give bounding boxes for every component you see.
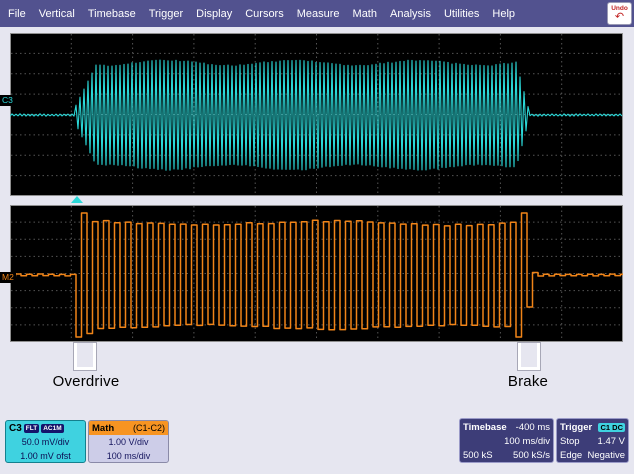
trigger-position-marker[interactable]	[71, 196, 83, 203]
trigger-type: Edge	[560, 450, 582, 461]
menu-cursors[interactable]: Cursors	[245, 8, 284, 20]
overdrive-label: Overdrive	[38, 373, 134, 390]
top-graticule	[10, 33, 623, 196]
timebase-delay: -400 ms	[516, 422, 550, 433]
timebase-descriptor-box[interactable]: Timebase -400 ms 100 ms/div 500 kS 500 k…	[459, 418, 554, 463]
menu-vertical[interactable]: Vertical	[39, 8, 75, 20]
trigger-source-badge: C1 DC	[598, 423, 625, 432]
menu-bar: File Vertical Timebase Trigger Display C…	[0, 0, 634, 27]
menu-help[interactable]: Help	[492, 8, 515, 20]
trigger-mode: Stop	[560, 436, 580, 447]
trigger-title: Trigger	[560, 422, 592, 433]
brake-label: Brake	[490, 373, 566, 390]
math-descriptor-box[interactable]: Math (C1-C2) 1.00 V/div 100 ms/div	[88, 420, 169, 463]
c3-channel-name: C3	[9, 423, 22, 434]
undo-button[interactable]: Undo ↶	[607, 2, 632, 25]
brake-bracket	[518, 343, 540, 370]
undo-arrow-icon: ↶	[615, 12, 624, 22]
trigger-level: 1.47 V	[598, 436, 625, 447]
timebase-per-div: 100 ms/div	[504, 436, 550, 447]
timebase-rate: 500 kS/s	[513, 450, 550, 461]
trace-label-math: M2	[0, 272, 16, 283]
math-waveform	[10, 205, 623, 342]
menu-utilities[interactable]: Utilities	[444, 8, 479, 20]
menu-measure[interactable]: Measure	[297, 8, 340, 20]
menu-file[interactable]: File	[8, 8, 26, 20]
overdrive-bracket	[74, 343, 96, 370]
menu-trigger[interactable]: Trigger	[149, 8, 183, 20]
menu-timebase[interactable]: Timebase	[88, 8, 136, 20]
menu-analysis[interactable]: Analysis	[390, 8, 431, 20]
c3-filter-badge: FLT	[24, 424, 39, 433]
c3-waveform	[10, 33, 623, 196]
c3-offset: 1.00 mV ofst	[6, 449, 85, 463]
math-name: Math	[92, 423, 114, 434]
menu-math[interactable]: Math	[353, 8, 377, 20]
oscilloscope-window: File Vertical Timebase Trigger Display C…	[0, 0, 634, 474]
timebase-title: Timebase	[463, 422, 507, 433]
c3-descriptor-box[interactable]: C3 FLT AC1M 50.0 mV/div 1.00 mV ofst	[5, 420, 86, 463]
c3-volts-per-div: 50.0 mV/div	[6, 435, 85, 449]
trace-label-c3: C3	[0, 95, 15, 106]
trigger-slope: Negative	[588, 450, 626, 461]
trigger-descriptor-box[interactable]: Trigger C1 DC Stop 1.47 V Edge Negative	[556, 418, 629, 463]
timebase-samples: 500 kS	[463, 450, 493, 461]
bottom-graticule	[10, 205, 623, 342]
c3-coupling-badge: AC1M	[41, 424, 63, 433]
menu-display[interactable]: Display	[196, 8, 232, 20]
math-source: (C1-C2)	[133, 423, 165, 433]
math-time-per-div: 100 ms/div	[89, 449, 168, 463]
math-volts-per-div: 1.00 V/div	[89, 435, 168, 449]
